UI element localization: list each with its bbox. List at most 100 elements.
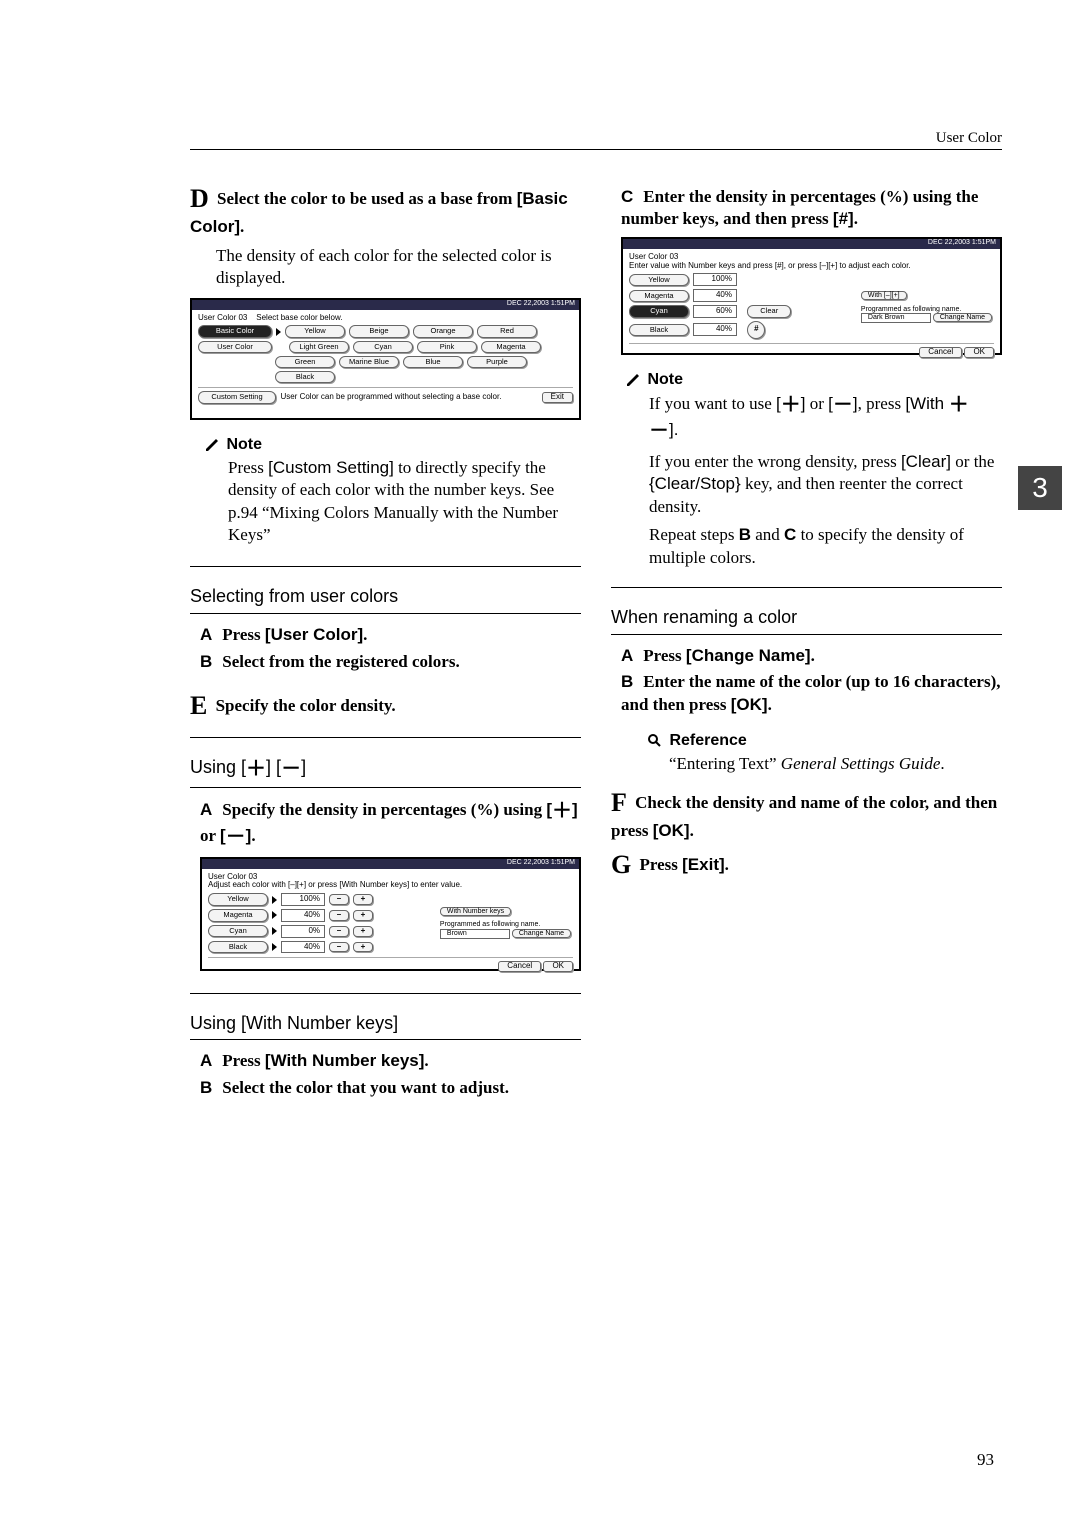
- color-pink[interactable]: Pink: [417, 341, 477, 353]
- plus-button[interactable]: +: [353, 910, 373, 921]
- step-e-text: Specify the color density.: [216, 696, 396, 715]
- sel-step-b: B Select from the registered colors.: [200, 651, 581, 673]
- with-plusminus-button[interactable]: With [–][+]: [861, 291, 907, 300]
- clear-button[interactable]: Clear: [747, 305, 791, 317]
- color-red[interactable]: Red: [477, 325, 537, 337]
- row-yellow[interactable]: Yellow: [208, 893, 268, 905]
- note-2-heading: Note: [625, 369, 1002, 390]
- color-marineblue[interactable]: Marine Blue: [339, 356, 399, 368]
- minus-button[interactable]: –: [329, 910, 349, 921]
- val-black: 40%: [693, 323, 737, 336]
- minus-icon: －: [281, 758, 301, 780]
- step-g-letter: G: [611, 848, 631, 882]
- step-d-text-a: Select the color to be used as a base fr…: [217, 189, 517, 208]
- shot1-window-title: User Color 03: [198, 313, 247, 322]
- step-e: E Specify the color density.: [190, 689, 581, 723]
- row-magenta[interactable]: Magenta: [629, 290, 689, 302]
- pencil-icon: [204, 437, 218, 451]
- magnifier-icon: [647, 733, 661, 747]
- note-2-p1: If you want to use [＋] or [－], press [Wi…: [649, 392, 1002, 445]
- custom-setting-button[interactable]: Custom Setting: [198, 391, 276, 403]
- sel-step-a: A Press [User Color].: [200, 624, 581, 646]
- ok-ref: [OK]: [731, 695, 768, 714]
- row-yellow[interactable]: Yellow: [629, 274, 689, 286]
- clear-stop-ref: {Clear/Stop}: [649, 474, 741, 493]
- row-cyan[interactable]: Cyan: [629, 305, 689, 317]
- step-d-letter: D: [190, 182, 209, 216]
- num-step-b: B Select the color that you want to adju…: [200, 1077, 581, 1099]
- arrow-icon: [272, 943, 277, 951]
- minus-button[interactable]: –: [329, 926, 349, 937]
- row-magenta[interactable]: Magenta: [208, 909, 268, 921]
- change-name-button[interactable]: Change Name: [512, 929, 571, 938]
- color-blue[interactable]: Blue: [403, 356, 463, 368]
- val-yellow: 100%: [281, 893, 325, 906]
- pm-step-a: A Specify the density in percentages (%)…: [200, 798, 581, 851]
- color-purple[interactable]: Purple: [467, 356, 527, 368]
- val-cyan: 60%: [693, 305, 737, 318]
- tab-basic-color[interactable]: Basic Color: [198, 325, 272, 337]
- cancel-button[interactable]: Cancel: [919, 347, 962, 358]
- ok-button[interactable]: OK: [964, 347, 994, 358]
- rename-step-b: B Enter the name of the color (up to 16 …: [621, 671, 1002, 716]
- hash-button[interactable]: #: [747, 321, 765, 339]
- plus-button[interactable]: +: [353, 926, 373, 937]
- registered-name: Brown: [440, 929, 510, 939]
- tab-user-color[interactable]: User Color: [198, 341, 272, 353]
- minus-button[interactable]: –: [329, 942, 349, 953]
- with-number-keys-button[interactable]: With Number keys: [440, 907, 511, 916]
- custom-note: User Color can be programmed without sel…: [280, 392, 501, 401]
- page-number: 93: [977, 1450, 994, 1470]
- minus-button[interactable]: –: [329, 894, 349, 905]
- with-number-keys-ref: [With Number keys]: [241, 1013, 398, 1033]
- sec-selecting-title: Selecting from user colors: [190, 585, 581, 609]
- custom-setting-ref: [Custom Setting]: [268, 458, 394, 477]
- registered-name: Dark Brown: [861, 313, 931, 323]
- row-black[interactable]: Black: [629, 324, 689, 336]
- arrow-icon: [272, 927, 277, 935]
- change-name-button[interactable]: Change Name: [933, 313, 992, 322]
- shot2-hint: Adjust each color with [–][+] or press […: [208, 881, 573, 890]
- plus-button[interactable]: +: [353, 894, 373, 905]
- ok-button[interactable]: OK: [543, 961, 573, 972]
- note-1-heading: Note: [204, 434, 581, 455]
- registered-label: Programmed as following name.: [861, 306, 992, 314]
- registered-label: Programmed as following name.: [440, 921, 571, 929]
- sec-rename-title: When renaming a color: [611, 606, 1002, 630]
- arrow-right-icon: [276, 328, 281, 336]
- with-number-keys-ref2: [With Number keys]: [265, 1051, 424, 1070]
- color-yellow[interactable]: Yellow: [285, 325, 345, 337]
- step-d-text-b: .: [240, 217, 244, 236]
- plus-button[interactable]: +: [353, 942, 373, 953]
- reference-body: “Entering Text” General Settings Guide.: [669, 753, 1002, 775]
- color-green[interactable]: Green: [275, 356, 335, 368]
- exit-ref: [Exit]: [682, 855, 725, 874]
- cancel-button[interactable]: Cancel: [498, 961, 541, 972]
- shot2-titlebar: DEC 22,2003 1:51PM: [202, 859, 579, 869]
- shot3-hint: Enter value with Number keys and press […: [629, 262, 994, 271]
- row-black[interactable]: Black: [208, 941, 268, 953]
- val-magenta: 40%: [693, 289, 737, 302]
- step-f: F Check the density and name of the colo…: [611, 786, 1002, 843]
- right-column: C Enter the density in percentages (%) u…: [611, 182, 1002, 1103]
- color-cyan[interactable]: Cyan: [353, 341, 413, 353]
- arrow-icon: [272, 911, 277, 919]
- chapter-tab: 3: [1018, 466, 1062, 510]
- color-beige[interactable]: Beige: [349, 325, 409, 337]
- note-2-p3: Repeat steps B and C to specify the dens…: [649, 524, 1002, 569]
- step-g: G Press [Exit].: [611, 848, 1002, 882]
- arrow-icon: [272, 896, 277, 904]
- step-d: D Select the color to be used as a base …: [190, 182, 581, 239]
- color-black[interactable]: Black: [275, 371, 335, 383]
- exit-button[interactable]: Exit: [542, 392, 573, 403]
- pencil-icon: [625, 372, 639, 386]
- step-d-body: The density of each color for the select…: [216, 245, 581, 290]
- color-orange[interactable]: Orange: [413, 325, 473, 337]
- row-cyan[interactable]: Cyan: [208, 925, 268, 937]
- shot3-titlebar: DEC 22,2003 1:51PM: [623, 239, 1000, 249]
- sec-numberkeys-title: Using [With Number keys]: [190, 1012, 581, 1036]
- num-step-c: C Enter the density in percentages (%) u…: [621, 186, 1002, 231]
- color-lightgreen[interactable]: Light Green: [289, 341, 349, 353]
- color-magenta[interactable]: Magenta: [481, 341, 541, 353]
- note-2-p2: If you enter the wrong density, press [C…: [649, 451, 1002, 518]
